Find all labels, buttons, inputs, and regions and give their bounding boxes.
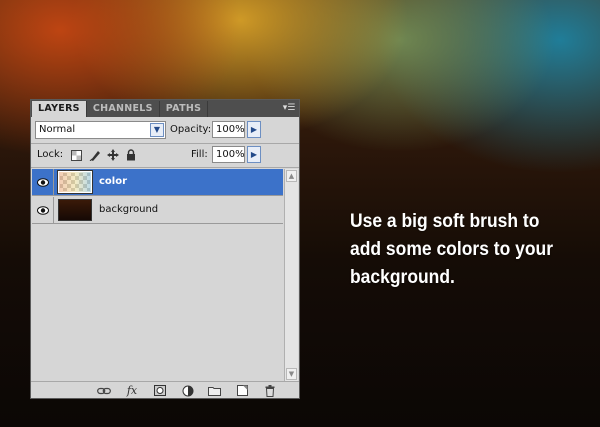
panel-menu-icon[interactable]: ▾☰ <box>282 103 296 113</box>
lock-pixels-icon[interactable] <box>89 149 101 161</box>
opacity-label: Opacity: <box>170 124 212 135</box>
fill-input[interactable]: 100% <box>212 146 245 163</box>
blend-opacity-row: Normal ▼ Opacity: 100% ▶ <box>33 121 297 140</box>
chevron-down-icon[interactable]: ▼ <box>150 123 164 137</box>
tab-paths[interactable]: PATHS <box>160 101 209 117</box>
fill-label: Fill: <box>191 149 208 160</box>
fx-icon[interactable]: fx <box>125 384 139 397</box>
eye-icon[interactable] <box>32 169 54 195</box>
layer-name[interactable]: color <box>99 169 127 195</box>
blend-mode-select[interactable]: Normal ▼ <box>35 121 166 139</box>
link-layers-icon[interactable] <box>97 384 111 397</box>
caption-line-1: Use a big soft brush to <box>350 211 540 232</box>
layer-thumbnail <box>57 170 93 194</box>
scroll-up-icon[interactable]: ▲ <box>286 170 297 182</box>
layer-row-color[interactable]: color <box>32 169 283 196</box>
add-mask-icon[interactable] <box>153 384 167 397</box>
lock-all-icon[interactable] <box>125 149 137 161</box>
panel-bottom-toolbar: fx <box>31 381 299 398</box>
panel-tab-bar: LAYERS CHANNELS PATHS ▾☰ <box>31 100 299 117</box>
blend-mode-value: Normal <box>39 124 76 135</box>
divider <box>31 167 299 168</box>
layer-thumbnail <box>58 199 92 221</box>
layers-panel: LAYERS CHANNELS PATHS ▾☰ Normal ▼ Opacit… <box>30 99 300 399</box>
layer-name[interactable]: background <box>99 197 158 223</box>
new-layer-icon[interactable] <box>235 384 249 397</box>
tab-layers[interactable]: LAYERS <box>32 101 87 117</box>
delete-layer-icon[interactable] <box>263 384 277 397</box>
lock-transparency-icon[interactable] <box>70 149 82 161</box>
caption-line-3: background. <box>350 267 455 288</box>
layer-list: color background <box>32 169 283 381</box>
tab-channels[interactable]: CHANNELS <box>87 101 160 117</box>
scroll-down-icon[interactable]: ▼ <box>286 368 297 380</box>
adjustment-layer-icon[interactable] <box>181 384 195 397</box>
instruction-caption: Use a big soft brush to add some colors … <box>350 208 571 292</box>
layer-list-scrollbar[interactable]: ▲ ▼ <box>284 169 298 381</box>
opacity-input[interactable]: 100% <box>212 121 245 138</box>
eye-icon[interactable] <box>32 197 54 223</box>
new-group-icon[interactable] <box>207 384 221 397</box>
fill-slider-arrow-icon[interactable]: ▶ <box>247 146 261 163</box>
lock-fill-row: Lock: Fill: 100% ▶ <box>33 146 297 165</box>
lock-label: Lock: <box>37 149 64 160</box>
caption-line-2: add some colors to your <box>350 239 554 260</box>
divider <box>31 143 299 144</box>
opacity-slider-arrow-icon[interactable]: ▶ <box>247 121 261 138</box>
lock-position-icon[interactable] <box>107 149 119 161</box>
layer-row-background[interactable]: background <box>32 197 283 224</box>
